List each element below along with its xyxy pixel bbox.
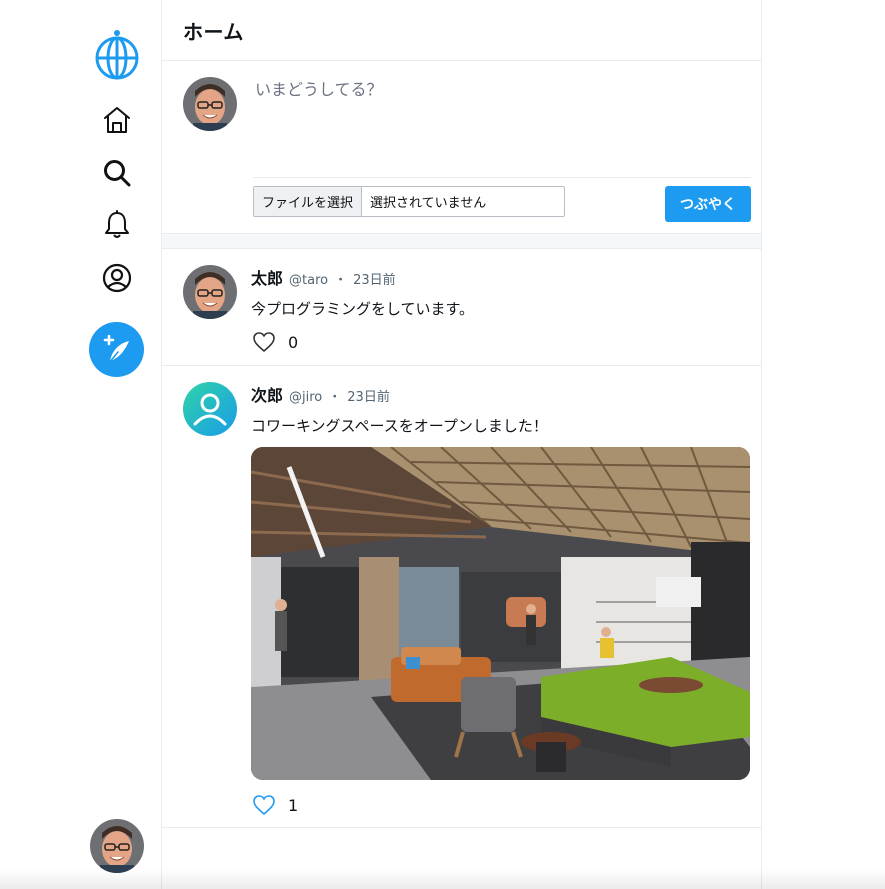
post-avatar[interactable] (183, 382, 237, 436)
section-gap (162, 233, 761, 249)
post-handle[interactable]: @jiro (289, 390, 322, 405)
post-meta: 太郎 @taro ・ 23日前 (251, 265, 396, 289)
like-count: 0 (288, 332, 299, 352)
meta-separator: ・ (334, 273, 348, 288)
compose-button[interactable] (89, 322, 144, 377)
heart-icon (253, 332, 275, 352)
post-text: 今プログラミングをしています。 (251, 300, 475, 318)
feather-plus-icon (103, 334, 129, 364)
like-button[interactable]: 1 (252, 794, 298, 816)
post-handle[interactable]: @taro (289, 273, 328, 288)
post-avatar[interactable] (183, 265, 237, 319)
meta-separator: ・ (328, 390, 342, 405)
post-timestamp: 23日前 (353, 273, 396, 288)
page-title: ホーム (183, 19, 244, 44)
like-button[interactable]: 0 (252, 331, 298, 353)
file-input[interactable]: ファイルを選択 選択されていません (253, 186, 565, 217)
like-count: 1 (288, 795, 299, 815)
post-item: 次郎 @jiro ・ 23日前 コワーキングスペースをオープンしました！ 1 (162, 366, 761, 828)
search-icon[interactable] (89, 145, 145, 201)
page-header: ホーム (162, 0, 761, 61)
main-column: ホーム いまどうしてる？ ファイルを選択 選択されていません つぶやく 太郎 @… (162, 0, 762, 889)
sidebar (0, 0, 162, 889)
post-item: 太郎 @taro ・ 23日前 今プログラミングをしています。 0 (162, 249, 761, 366)
user-circle-icon[interactable] (89, 250, 145, 306)
app-root: ホーム いまどうしてる？ ファイルを選択 選択されていません つぶやく 太郎 @… (0, 0, 885, 889)
tweet-button[interactable]: つぶやく (665, 186, 751, 222)
tweet-composer: いまどうしてる？ ファイルを選択 選択されていません つぶやく (162, 61, 761, 233)
bell-icon[interactable] (89, 197, 145, 253)
file-status: 選択されていません (370, 196, 487, 211)
heart-icon (253, 795, 275, 815)
home-icon[interactable] (89, 92, 145, 148)
post-meta: 次郎 @jiro ・ 23日前 (251, 382, 390, 406)
composer-divider (253, 177, 751, 178)
choose-file-button[interactable]: ファイルを選択 (254, 187, 363, 216)
post-author[interactable]: 次郎 (251, 382, 283, 406)
globe-logo-icon[interactable] (89, 27, 145, 83)
composer-avatar (183, 77, 237, 131)
post-image[interactable] (251, 447, 750, 780)
post-text: コワーキングスペースをオープンしました！ (251, 417, 548, 435)
post-author[interactable]: 太郎 (251, 265, 283, 289)
post-timestamp: 23日前 (347, 390, 390, 405)
tweet-textarea[interactable]: いまどうしてる？ (255, 76, 383, 100)
account-avatar[interactable] (90, 819, 144, 873)
